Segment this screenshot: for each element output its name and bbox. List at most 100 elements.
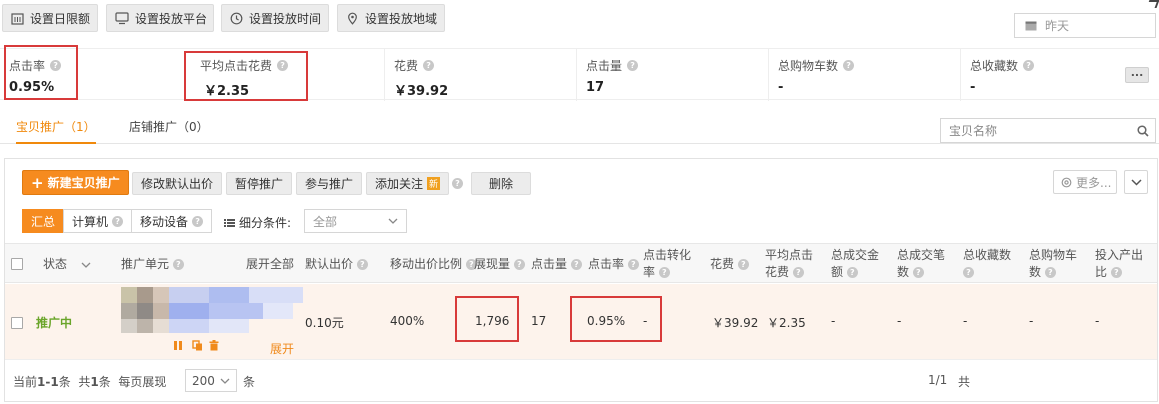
th-status[interactable]: 状态: [43, 256, 91, 273]
metric-cart-value: -: [778, 80, 784, 95]
help-icon[interactable]: ?: [172, 259, 184, 270]
segment-mobile[interactable]: 移动设备 ?: [131, 209, 213, 233]
metric-cart: 总购物车数? -: [768, 49, 960, 101]
chevron-down-icon: [220, 378, 230, 384]
item-name-search[interactable]: 宝贝名称: [940, 118, 1156, 143]
copy-icon[interactable]: [192, 340, 203, 351]
product-thumbnail[interactable]: [121, 287, 303, 333]
row-favorites: -: [963, 314, 968, 328]
set-region-button[interactable]: 设置投放地域: [337, 4, 445, 32]
clock-icon: [230, 12, 243, 24]
delete-button[interactable]: 删除: [471, 172, 531, 195]
edit-default-bid-button[interactable]: 修改默认出价: [132, 172, 223, 195]
help-icon[interactable]: ?: [570, 259, 582, 270]
help-icon[interactable]: ?: [963, 267, 974, 278]
metric-favorites-value: -: [970, 80, 976, 95]
help-icon[interactable]: ?: [737, 259, 749, 270]
metric-clicks-label: 点击量: [586, 59, 623, 73]
more-button[interactable]: 更多...: [1053, 170, 1117, 194]
chevron-down-icon: [388, 218, 398, 224]
more-metrics-button[interactable]: ...: [1125, 67, 1149, 83]
row-cart: -: [1029, 314, 1034, 328]
help-icon[interactable]: ?: [658, 267, 670, 278]
th-cart-line1: 总购物车: [1029, 248, 1078, 262]
new-item-promo-button[interactable]: + 新建宝贝推广: [22, 170, 129, 195]
metric-clicks-value: 17: [586, 80, 605, 95]
table-header: 状态 推广单元 ? 展开全部 默认出价 ? 移动出价比例 ? 展现量 ? 点击量…: [5, 243, 1157, 283]
th-cvr: 点击转化率 ?: [643, 247, 691, 281]
th-deal-amount: 总成交金额 ?: [831, 247, 879, 281]
row-default-bid[interactable]: 0.10元: [305, 314, 344, 331]
help-icon[interactable]: ?: [792, 267, 804, 278]
set-time-button[interactable]: 设置投放时间: [221, 4, 329, 32]
calendar-limit-icon: [11, 12, 24, 25]
metric-favorites: 总收藏数? -: [960, 49, 1120, 101]
table-row: 推广中 展开 0.10元 400% 1,796 17 0.95% - ￥39.9…: [5, 284, 1157, 360]
set-platform-button[interactable]: 设置投放平台: [106, 4, 214, 32]
metric-cost-value: ￥39.92: [394, 84, 449, 99]
add-watch-button[interactable]: 添加关注 新: [366, 172, 450, 195]
th-mobile-ratio: 移动出价比例 ?: [390, 256, 477, 273]
help-icon[interactable]: ?: [356, 259, 368, 270]
expand-all-link[interactable]: 展开全部: [246, 256, 294, 273]
chevron-down-icon: [1130, 178, 1142, 186]
help-icon[interactable]: ?: [423, 60, 435, 71]
add-watch-label: 添加关注: [375, 177, 424, 191]
item-unit: 条: [58, 375, 71, 389]
th-cpc: 平均点击 花费 ?: [765, 247, 813, 281]
metrics-summary: 点击率? 0.95% 平均点击花费? ￥2.35 花费? ￥39.92 点击量?…: [0, 48, 1159, 101]
help-icon[interactable]: ?: [513, 259, 525, 270]
help-icon[interactable]: ?: [452, 178, 463, 189]
collapse-button[interactable]: [1124, 170, 1148, 194]
row-checkbox[interactable]: [11, 317, 23, 329]
pause-icon[interactable]: [173, 340, 183, 351]
th-impressions: 展现量 ?: [474, 256, 525, 273]
row-mobile-ratio: 400%: [390, 314, 425, 328]
tab-shop-promo[interactable]: 店铺推广（0）: [129, 118, 209, 144]
row-clicks: 17: [531, 314, 547, 328]
new-badge: 新: [427, 177, 441, 190]
help-icon[interactable]: ?: [1110, 267, 1122, 278]
date-picker[interactable]: 昨天: [1014, 13, 1156, 38]
plus-icon: +: [31, 173, 44, 192]
help-icon[interactable]: ?: [192, 215, 204, 227]
tab-item-promo[interactable]: 宝贝推广（1）: [16, 118, 96, 144]
select-all-checkbox[interactable]: [11, 258, 23, 270]
row-deal-amount: -: [831, 314, 836, 328]
th-roi-line1: 投入产出: [1095, 248, 1144, 262]
trash-icon[interactable]: [209, 340, 219, 351]
join-promo-button[interactable]: 参与推广: [296, 172, 363, 195]
metric-clicks: 点击量? 17: [576, 49, 768, 101]
page-size-select[interactable]: 200: [185, 369, 237, 392]
help-icon[interactable]: ?: [1023, 60, 1035, 71]
segment-computer-label: 计算机: [72, 214, 109, 229]
calendar-icon: [1025, 21, 1037, 31]
pause-promo-button[interactable]: 暂停推广: [226, 172, 293, 195]
help-icon[interactable]: ?: [50, 60, 62, 71]
help-icon[interactable]: ?: [627, 60, 639, 71]
filter-select[interactable]: 全部: [304, 209, 407, 233]
help-icon[interactable]: ?: [277, 60, 289, 71]
metric-favorites-label: 总收藏数: [970, 59, 1019, 73]
segment-summary[interactable]: 汇总: [22, 209, 65, 233]
help-icon[interactable]: ?: [912, 267, 924, 278]
metric-avg-cpc: 平均点击花费? ￥2.35: [190, 49, 384, 101]
expand-link[interactable]: 展开: [270, 340, 294, 357]
segment-computer[interactable]: 计算机 ?: [63, 209, 133, 233]
row-cost: ￥39.92: [712, 316, 759, 330]
search-icon[interactable]: [1137, 124, 1149, 137]
help-icon[interactable]: ?: [846, 267, 858, 278]
th-cart: 总购物车数 ?: [1029, 247, 1077, 281]
set-daily-limit-button[interactable]: 设置日限额: [2, 4, 98, 32]
help-icon[interactable]: ?: [843, 60, 855, 71]
current-range: 1-1: [37, 375, 59, 389]
help-icon[interactable]: ?: [112, 215, 124, 227]
search-placeholder: 宝贝名称: [949, 124, 998, 138]
new-item-promo-label: 新建宝贝推广: [47, 176, 120, 190]
help-icon[interactable]: ?: [1044, 267, 1056, 278]
metric-avg-cpc-label: 平均点击花费: [200, 59, 273, 73]
total-count: 1: [90, 375, 99, 389]
row-roi: -: [1095, 314, 1100, 328]
help-icon[interactable]: ?: [627, 259, 639, 270]
th-deal-count: 总成交笔数 ?: [897, 247, 945, 281]
